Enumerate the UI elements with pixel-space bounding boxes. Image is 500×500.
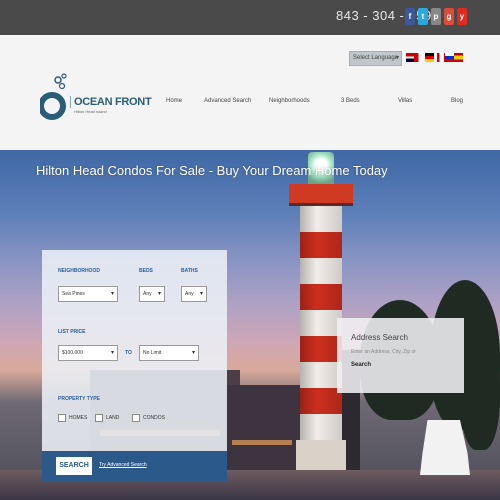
property-type-label: PROPERTY TYPE bbox=[58, 396, 100, 402]
condos-checkbox[interactable] bbox=[132, 414, 140, 422]
nav-home[interactable]: Home bbox=[166, 98, 182, 104]
logo-text[interactable]: OCEAN FRONT bbox=[70, 96, 152, 108]
flag-icon-2[interactable] bbox=[414, 53, 423, 62]
homes-label: HOMES bbox=[69, 415, 88, 421]
max-price-value: No Limit bbox=[143, 350, 162, 356]
address-search-title: Address Search bbox=[351, 333, 408, 342]
baths-label: BATHS bbox=[181, 268, 198, 274]
price-to-label: TO bbox=[125, 350, 132, 356]
beds-value: Any bbox=[143, 291, 152, 297]
homes-checkbox[interactable] bbox=[58, 414, 66, 422]
pinterest-icon[interactable]: p bbox=[431, 8, 441, 25]
lighthouse-tower bbox=[300, 206, 342, 456]
nav-blog[interactable]: Blog bbox=[451, 98, 463, 104]
beds-label: BEDS bbox=[139, 268, 153, 274]
land-checkbox[interactable] bbox=[95, 414, 103, 422]
max-price-select[interactable]: No Limit ▾ bbox=[139, 345, 199, 361]
chevron-down-icon: ▾ bbox=[157, 291, 161, 297]
search-button[interactable]: SEARCH bbox=[56, 457, 92, 475]
twitter-icon[interactable]: t bbox=[418, 8, 428, 25]
condos-label: CONDOS bbox=[143, 415, 165, 421]
lighthouse-gallery bbox=[289, 184, 353, 206]
baths-value: Any bbox=[185, 291, 194, 297]
advanced-search-link[interactable]: Try Advanced Search bbox=[99, 462, 147, 468]
lighthouse-base bbox=[296, 440, 346, 470]
list-price-label: LIST PRICE bbox=[58, 329, 86, 335]
baths-select[interactable]: Any ▾ bbox=[181, 286, 207, 302]
google-plus-icon[interactable]: g bbox=[444, 8, 454, 25]
min-price-select[interactable]: $100,000 ▾ bbox=[58, 345, 118, 361]
flag-icon-russian[interactable] bbox=[445, 53, 454, 62]
hero-title: Hilton Head Condos For Sale - Buy Your D… bbox=[36, 163, 388, 178]
address-search-input[interactable]: Enter an Address, City, Zip or bbox=[351, 349, 416, 355]
language-select-label: Select Language bbox=[353, 55, 399, 61]
nav-villas[interactable]: Villas bbox=[398, 98, 412, 104]
neighborhood-select[interactable]: Sea Pines ▾ bbox=[58, 286, 118, 302]
nav-3-beds[interactable]: 3 Beds bbox=[341, 98, 360, 104]
neighborhood-label: NEIGHBORHOOD bbox=[58, 268, 100, 274]
nav-advanced-search[interactable]: Advanced Search bbox=[204, 98, 251, 104]
beds-select[interactable]: Any ▾ bbox=[139, 286, 165, 302]
nav-neighborhoods[interactable]: Neighborhoods bbox=[269, 98, 310, 104]
address-search-button[interactable]: Search bbox=[351, 362, 371, 368]
chevron-down-icon: ▾ bbox=[199, 291, 203, 297]
neighborhood-value: Sea Pines bbox=[62, 291, 85, 297]
min-price-value: $100,000 bbox=[62, 350, 83, 356]
land-label: LAND bbox=[106, 415, 120, 421]
chevron-down-icon: ▾ bbox=[191, 350, 195, 356]
chevron-down-icon: ▾ bbox=[110, 350, 114, 356]
chevron-down-icon: ▾ bbox=[395, 55, 399, 61]
address-search-panel bbox=[337, 318, 464, 393]
logo-icon[interactable] bbox=[40, 72, 68, 124]
flag-icon-german[interactable] bbox=[425, 53, 434, 62]
logo-tagline: Hilton Head Island bbox=[74, 109, 107, 114]
chevron-down-icon: ▾ bbox=[110, 291, 114, 297]
youtube-icon[interactable]: y bbox=[457, 8, 467, 25]
language-select[interactable]: Select Language ▾ bbox=[349, 51, 402, 66]
flag-icon-spanish[interactable] bbox=[454, 53, 463, 62]
facebook-icon[interactable]: f bbox=[405, 8, 415, 25]
